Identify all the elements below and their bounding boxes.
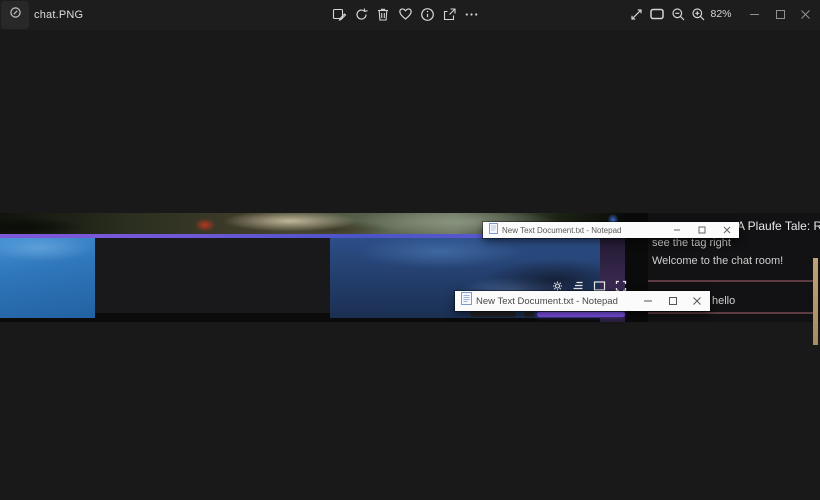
chat-divider bbox=[648, 312, 813, 314]
fit-to-window-button[interactable] bbox=[649, 6, 665, 22]
chat-message: Welcome to the chat room! bbox=[652, 255, 783, 267]
center-toolbar bbox=[331, 6, 479, 22]
chat-message: hello bbox=[712, 295, 735, 307]
player-bar-pill bbox=[524, 311, 534, 317]
dark-panel bbox=[95, 238, 330, 313]
close-button[interactable] bbox=[686, 291, 708, 311]
minimize-button[interactable] bbox=[666, 222, 688, 238]
maximize-button[interactable] bbox=[691, 222, 713, 238]
app-icon-button[interactable] bbox=[1, 1, 29, 29]
share-button[interactable] bbox=[441, 6, 457, 22]
notepad-window-1-titlebar[interactable]: New Text Document.txt - Notepad bbox=[483, 222, 739, 238]
blue-thumbnail bbox=[0, 238, 95, 318]
close-button[interactable] bbox=[796, 6, 814, 22]
favorite-heart-button[interactable] bbox=[397, 6, 413, 22]
zoom-level-label: 82% bbox=[706, 8, 736, 20]
chat-message: see the tag right bbox=[652, 237, 731, 249]
stream-title: A Plaufe Tale: Requi bbox=[737, 219, 820, 233]
notepad-window-title: New Text Document.txt - Notepad bbox=[502, 226, 621, 235]
player-bar-pill bbox=[470, 311, 516, 317]
actual-size-button[interactable] bbox=[628, 6, 644, 22]
notepad-window-title: New Text Document.txt - Notepad bbox=[476, 296, 618, 307]
notepad-window-2-titlebar[interactable]: New Text Document.txt - Notepad bbox=[455, 291, 710, 311]
titlebar[interactable]: chat.PNG bbox=[0, 0, 820, 30]
photos-app-window: chat.PNG bbox=[0, 0, 820, 500]
close-button[interactable] bbox=[716, 222, 738, 238]
minimize-button[interactable] bbox=[637, 291, 659, 311]
notepad-icon bbox=[461, 292, 472, 310]
notepad-icon bbox=[489, 221, 498, 239]
chat-divider bbox=[648, 280, 813, 282]
info-button[interactable] bbox=[419, 6, 435, 22]
zoom-in-button[interactable] bbox=[690, 6, 706, 22]
more-options-button[interactable] bbox=[463, 6, 479, 22]
maximize-button[interactable] bbox=[771, 6, 789, 22]
photos-app-icon bbox=[9, 6, 22, 24]
maximize-button[interactable] bbox=[662, 291, 684, 311]
purple-progress-bar bbox=[537, 312, 625, 317]
page-title: chat.PNG bbox=[34, 9, 83, 21]
edit-image-button[interactable] bbox=[331, 6, 347, 22]
gold-scrollbar-sliver bbox=[813, 258, 818, 345]
zoom-out-button[interactable] bbox=[670, 6, 686, 22]
rotate-button[interactable] bbox=[353, 6, 369, 22]
minimize-button[interactable] bbox=[745, 6, 763, 22]
delete-button[interactable] bbox=[375, 6, 391, 22]
